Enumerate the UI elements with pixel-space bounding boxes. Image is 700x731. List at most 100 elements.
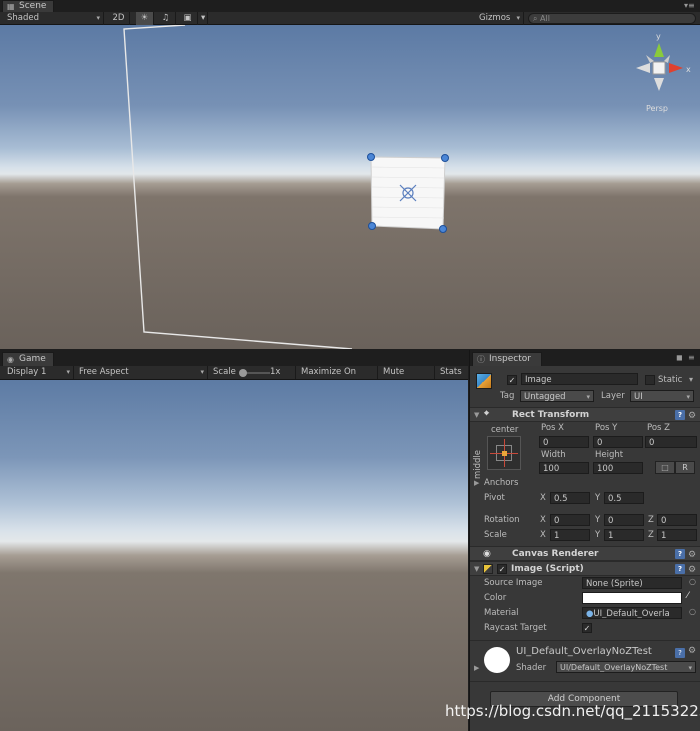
source-image-field[interactable]: None (Sprite) xyxy=(582,577,682,589)
divider xyxy=(470,681,700,682)
lighting-toggle[interactable]: ☀ xyxy=(136,12,154,25)
gizmos-label: Gizmos xyxy=(479,13,511,23)
help-icon[interactable]: ? xyxy=(675,410,685,420)
object-picker-icon[interactable]: ○ xyxy=(689,577,696,586)
material-field[interactable]: ●UI_Default_Overla xyxy=(582,607,682,619)
chevron-down-icon: ▾ xyxy=(201,13,206,23)
material-value: UI_Default_Overla xyxy=(593,609,670,619)
object-picker-icon[interactable]: ○ xyxy=(689,607,696,616)
gear-icon[interactable]: ⚙ xyxy=(688,548,696,562)
static-dropdown-icon[interactable]: ▾ xyxy=(689,375,693,384)
game-toolbar: Display 1 Free Aspect Scale 1x Maximize … xyxy=(0,366,468,390)
gizmos-dropdown[interactable]: Gizmos xyxy=(476,12,524,25)
grid-icon: ▦ xyxy=(7,2,15,11)
pivot-y-field[interactable]: 0.5 xyxy=(604,492,644,504)
tab-game-label: Game xyxy=(19,354,46,364)
stats-label: Stats xyxy=(440,367,462,377)
raw-edit-label: R xyxy=(682,463,688,472)
rotation-label: Rotation xyxy=(484,515,520,525)
object-name-value: Image xyxy=(525,375,552,385)
stats-toggle[interactable]: Stats xyxy=(437,366,467,379)
pos-x-value: 0 xyxy=(543,438,549,448)
layer-label: Layer xyxy=(601,391,625,401)
scale-z-field[interactable]: 1 xyxy=(657,529,697,541)
handle-bottom-left xyxy=(368,222,376,230)
shader-value: UI/Default_OverlayNoZTest xyxy=(560,663,668,672)
tag-value: Untagged xyxy=(524,392,566,402)
maximize-on-play-toggle[interactable]: Maximize On Play xyxy=(298,366,378,390)
expand-arrow-icon[interactable]: ▶ xyxy=(474,479,479,487)
tab-inspector[interactable]: ⓘ Inspector xyxy=(472,352,542,366)
help-icon[interactable]: ? xyxy=(675,564,685,574)
help-icon[interactable]: ? xyxy=(675,648,685,658)
image-script-header[interactable]: ▼ ✓ Image (Script) ? ⚙ xyxy=(470,561,700,576)
rect-transform-icon: ⌖ xyxy=(484,409,490,419)
pos-y-field[interactable]: 0 xyxy=(593,436,643,448)
tab-scene[interactable]: ▦ Scene xyxy=(2,0,54,12)
shading-mode-dropdown[interactable]: Shaded xyxy=(4,12,104,25)
rotation-y-axis-label: Y xyxy=(595,515,601,525)
panel-menu-icon[interactable]: ≡ xyxy=(688,353,695,362)
pivot-y-value: 0.5 xyxy=(608,494,622,504)
search-placeholder: All xyxy=(540,14,550,23)
anchor-presets-button[interactable] xyxy=(487,436,521,470)
scale-slider-thumb[interactable] xyxy=(239,369,247,377)
object-name-field[interactable]: Image xyxy=(521,373,638,385)
eyedropper-icon[interactable]: ⁄ xyxy=(687,591,689,601)
audio-toggle[interactable]: ♫ xyxy=(156,12,176,25)
expand-arrow-icon[interactable]: ▶ xyxy=(474,664,479,672)
rect-transform-header[interactable]: ▼ ⌖ Rect Transform ? ⚙ xyxy=(470,407,700,422)
rotation-x-field[interactable]: 0 xyxy=(550,514,590,526)
image-icon: ▣ xyxy=(183,13,192,23)
raycast-target-checkbox[interactable]: ✓ xyxy=(582,623,592,633)
effects-dropdown[interactable]: ▾ xyxy=(198,12,208,25)
aspect-dropdown[interactable]: Free Aspect xyxy=(76,366,208,379)
mode-2d-button[interactable]: 2D xyxy=(108,12,130,25)
display-dropdown[interactable]: Display 1 xyxy=(4,366,74,379)
material-name: UI_Default_OverlayNoZTest xyxy=(516,646,652,657)
layer-dropdown[interactable]: UI xyxy=(630,390,694,402)
width-field[interactable]: 100 xyxy=(539,462,589,474)
gear-icon[interactable]: ⚙ xyxy=(688,409,696,423)
shader-dropdown[interactable]: UI/Default_OverlayNoZTest xyxy=(556,661,696,673)
aspect-value: Free Aspect xyxy=(79,367,129,377)
rotation-y-field[interactable]: 0 xyxy=(604,514,644,526)
pos-x-field[interactable]: 0 xyxy=(539,436,589,448)
orientation-gizmo-icon xyxy=(636,43,683,91)
lock-icon[interactable]: ◼ xyxy=(676,353,683,362)
mode-2d-label: 2D xyxy=(112,13,125,23)
scene-search-input[interactable]: ⌕ All xyxy=(528,13,696,24)
panel-menu-icon[interactable]: ▾≡ xyxy=(684,1,695,10)
tag-dropdown[interactable]: Untagged xyxy=(520,390,594,402)
gear-icon[interactable]: ⚙ xyxy=(688,646,696,656)
scale-y-field[interactable]: 1 xyxy=(604,529,644,541)
canvas-renderer-header[interactable]: ◉ Canvas Renderer ? ⚙ xyxy=(470,546,700,561)
scale-x-field[interactable]: 1 xyxy=(550,529,590,541)
collapse-arrow-icon: ▼ xyxy=(474,565,480,573)
effects-toggle[interactable]: ▣ xyxy=(178,12,198,25)
tab-game[interactable]: ◉ Game xyxy=(2,352,54,366)
color-swatch[interactable] xyxy=(582,592,682,604)
projection-label: Persp xyxy=(646,104,668,113)
object-active-checkbox[interactable]: ✓ xyxy=(507,375,517,385)
divider xyxy=(470,640,700,641)
width-value: 100 xyxy=(543,464,560,474)
mute-audio-toggle[interactable]: Mute Audio xyxy=(380,366,435,390)
image-enabled-checkbox[interactable]: ✓ xyxy=(497,564,507,574)
axis-x-label: x xyxy=(686,65,691,74)
raw-edit-button[interactable]: R xyxy=(675,461,695,474)
anchors-label[interactable]: Anchors xyxy=(484,478,518,488)
rotation-z-field[interactable]: 0 xyxy=(657,514,697,526)
info-icon: ⓘ xyxy=(477,355,485,364)
static-label: Static xyxy=(658,375,683,385)
scene-viewport[interactable]: y x Persp xyxy=(0,25,700,349)
search-icon: ⌕ xyxy=(533,14,538,23)
blueprint-mode-button[interactable]: □ xyxy=(655,461,675,474)
height-field[interactable]: 100 xyxy=(593,462,643,474)
pivot-x-field[interactable]: 0.5 xyxy=(550,492,590,504)
pos-z-field[interactable]: 0 xyxy=(645,436,697,448)
gear-icon[interactable]: ⚙ xyxy=(688,563,696,577)
help-icon[interactable]: ? xyxy=(675,549,685,559)
game-viewport[interactable] xyxy=(0,380,468,731)
static-checkbox[interactable] xyxy=(645,375,655,385)
